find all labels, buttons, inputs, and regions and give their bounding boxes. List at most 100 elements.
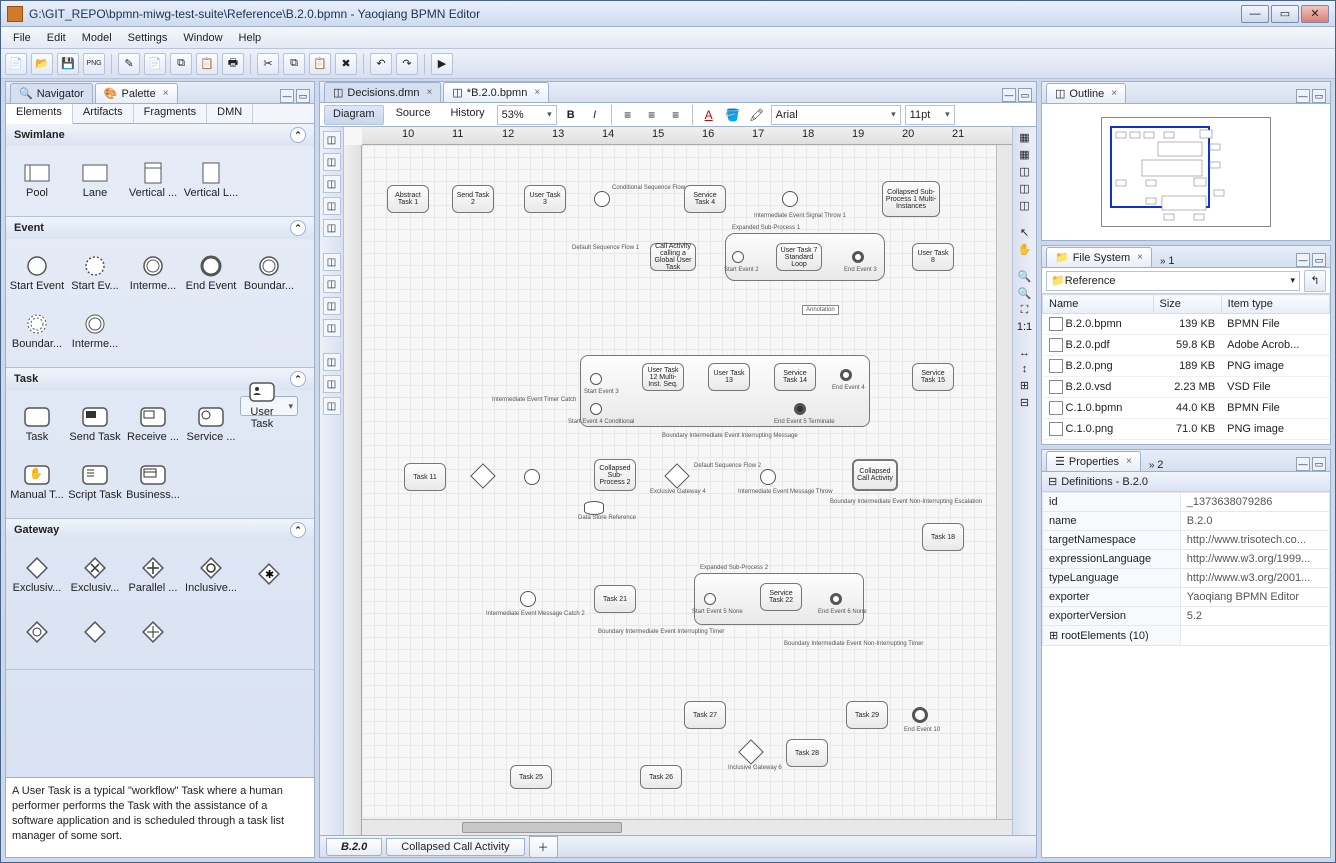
copy2-icon[interactable]: ⧉ xyxy=(283,53,305,75)
maximize-panel-icon[interactable]: ▭ xyxy=(296,89,310,103)
rtool-zoomin[interactable]: 🔍 xyxy=(1018,270,1032,283)
node-user-task-12[interactable]: User Task 12 Multi-Inst. Seq. xyxy=(642,363,684,391)
vtool-4[interactable]: ◫ xyxy=(323,197,341,215)
group-event[interactable]: Event⌃ xyxy=(6,217,314,239)
node-incl-gateway-6[interactable] xyxy=(738,739,763,764)
menu-window[interactable]: Window xyxy=(175,30,230,46)
save-icon[interactable]: 💾 xyxy=(57,53,79,75)
palette-boundary[interactable]: Boundar... xyxy=(240,245,298,303)
menu-settings[interactable]: Settings xyxy=(120,30,176,46)
new-icon[interactable]: 📄 xyxy=(5,53,27,75)
tab-b20[interactable]: ◫ *B.2.0.bpmn× xyxy=(443,82,549,102)
mode-source[interactable]: Source xyxy=(388,105,439,125)
bold-icon[interactable]: B xyxy=(561,105,581,125)
node-end-event-5[interactable] xyxy=(794,403,806,415)
rtool-zoomout[interactable]: 🔍 xyxy=(1018,287,1032,300)
node-task-27[interactable]: Task 27 xyxy=(684,701,726,729)
node-task-25[interactable]: Task 25 xyxy=(510,765,552,789)
palette-parallel-gw[interactable]: Parallel ... xyxy=(124,547,182,605)
export-png-icon[interactable]: PNG xyxy=(83,53,105,75)
close-icon[interactable]: × xyxy=(534,87,540,98)
node-user-task-8[interactable]: User Task 8 xyxy=(912,243,954,271)
font-size-select[interactable]: 11pt xyxy=(905,105,955,125)
node-user-task-7[interactable]: User Task 7 Standard Loop xyxy=(776,243,822,271)
run-icon[interactable]: ▶ xyxy=(431,53,453,75)
paste-icon[interactable]: 📋 xyxy=(196,53,218,75)
rtool-b[interactable]: ↕ xyxy=(1022,363,1028,375)
rtool-pointer[interactable]: ↖ xyxy=(1020,226,1029,239)
tab-properties[interactable]: ☰ Properties× xyxy=(1046,451,1141,471)
palette-start-event-ni[interactable]: Start Ev... xyxy=(66,245,124,303)
node-signal-throw[interactable] xyxy=(782,191,798,207)
menu-model[interactable]: Model xyxy=(74,30,120,46)
menu-edit[interactable]: Edit xyxy=(39,30,74,46)
group-swimlane[interactable]: Swimlane⌃ xyxy=(6,124,314,146)
font-color-icon[interactable]: A xyxy=(699,105,719,125)
delete-icon[interactable]: ✖ xyxy=(335,53,357,75)
node-collapsed-sub-2[interactable]: Collapsed Sub-Process 2 xyxy=(594,459,636,491)
collapse-icon[interactable]: ⌃ xyxy=(290,127,306,143)
mode-history[interactable]: History xyxy=(442,105,492,125)
palette-event-gw[interactable] xyxy=(8,605,66,663)
prop-row[interactable]: id_1373638079286 xyxy=(1043,493,1330,512)
prop-row[interactable]: typeLanguagehttp://www.w3.org/2001... xyxy=(1043,569,1330,588)
collapse-icon[interactable]: ⌃ xyxy=(290,220,306,236)
rtool-3[interactable]: ◫ xyxy=(1019,165,1029,178)
close-button[interactable]: ✕ xyxy=(1301,5,1329,23)
fill-color-icon[interactable]: 🪣 xyxy=(723,105,743,125)
vtool-3[interactable]: ◫ xyxy=(323,175,341,193)
prop-row[interactable]: nameB.2.0 xyxy=(1043,512,1330,531)
rtool-a[interactable]: ↔ xyxy=(1019,347,1030,359)
node-send-task-2[interactable]: Send Task 2 xyxy=(452,185,494,213)
prop-row[interactable]: targetNamespacehttp://www.trisotech.co..… xyxy=(1043,531,1330,550)
close-icon[interactable]: × xyxy=(427,87,433,98)
props-overflow[interactable]: » 2 xyxy=(1149,459,1163,471)
palette-task[interactable]: Task xyxy=(8,396,66,454)
page-icon[interactable]: 📄 xyxy=(144,53,166,75)
palette-business-rule-task[interactable]: Business... xyxy=(124,454,182,512)
align-center-icon[interactable]: ≡ xyxy=(642,105,662,125)
rtool-hand[interactable]: ✋ xyxy=(1018,243,1032,256)
close-icon[interactable]: × xyxy=(163,88,169,99)
cut-icon[interactable]: ✂ xyxy=(257,53,279,75)
node-abstract-task-1[interactable]: Abstract Task 1 xyxy=(387,185,429,213)
rtool-c[interactable]: ⊞ xyxy=(1020,379,1029,392)
palette-send-task[interactable]: Send Task xyxy=(66,396,124,454)
maximize-props-icon[interactable]: ▭ xyxy=(1312,457,1326,471)
outline-view[interactable] xyxy=(1042,104,1330,240)
node-task-21[interactable]: Task 21 xyxy=(594,585,636,613)
rtool-fit[interactable]: ⛶ xyxy=(1021,304,1029,317)
file-row[interactable]: B.2.0.vsd2.23 MBVSD File xyxy=(1043,377,1330,398)
rtool-2[interactable]: ▦ xyxy=(1019,148,1029,161)
folder-select[interactable]: 📁 Reference xyxy=(1046,271,1300,291)
node-end-event-6[interactable] xyxy=(830,593,842,605)
palette-boundary-ni[interactable]: Boundar... xyxy=(8,303,66,361)
vtool-11[interactable]: ◫ xyxy=(323,375,341,393)
palette-service-task[interactable]: Service ... xyxy=(182,396,240,454)
mode-diagram[interactable]: Diagram xyxy=(324,105,384,125)
scrollbar-vertical[interactable] xyxy=(996,145,1012,819)
subtab-artifacts[interactable]: Artifacts xyxy=(73,104,134,123)
vtool-2[interactable]: ◫ xyxy=(323,153,341,171)
file-row[interactable]: B.2.0.bpmn139 KBBPMN File xyxy=(1043,314,1330,335)
vtool-7[interactable]: ◫ xyxy=(323,275,341,293)
node-collapsed-call[interactable]: Collapsed Call Activity xyxy=(852,459,898,491)
node-end-event-3[interactable] xyxy=(852,251,864,263)
print-icon[interactable]: 🖶 xyxy=(222,53,244,75)
collapse-icon[interactable]: ⌃ xyxy=(290,371,306,387)
node-task-28[interactable]: Task 28 xyxy=(786,739,828,767)
tab-outline[interactable]: ◫ Outline× xyxy=(1046,83,1126,103)
file-row[interactable]: B.2.0.pdf59.8 KBAdobe Acrob... xyxy=(1043,335,1330,356)
close-icon[interactable]: × xyxy=(1137,252,1143,263)
rtool-d[interactable]: ⊟ xyxy=(1020,396,1029,409)
zoom-select[interactable]: 53% xyxy=(497,105,557,125)
palette-intermediate-throw[interactable]: Interme... xyxy=(124,245,182,303)
palette-end-event[interactable]: End Event xyxy=(182,245,240,303)
node-task-26[interactable]: Task 26 xyxy=(640,765,682,789)
vtool-1[interactable]: ◫ xyxy=(323,131,341,149)
prop-row[interactable]: exporterYaoqiang BPMN Editor xyxy=(1043,588,1330,607)
col-name[interactable]: Name xyxy=(1043,295,1154,314)
maximize-button[interactable]: ▭ xyxy=(1271,5,1299,23)
menu-file[interactable]: File xyxy=(5,30,39,46)
node-end-event-4[interactable] xyxy=(840,369,852,381)
